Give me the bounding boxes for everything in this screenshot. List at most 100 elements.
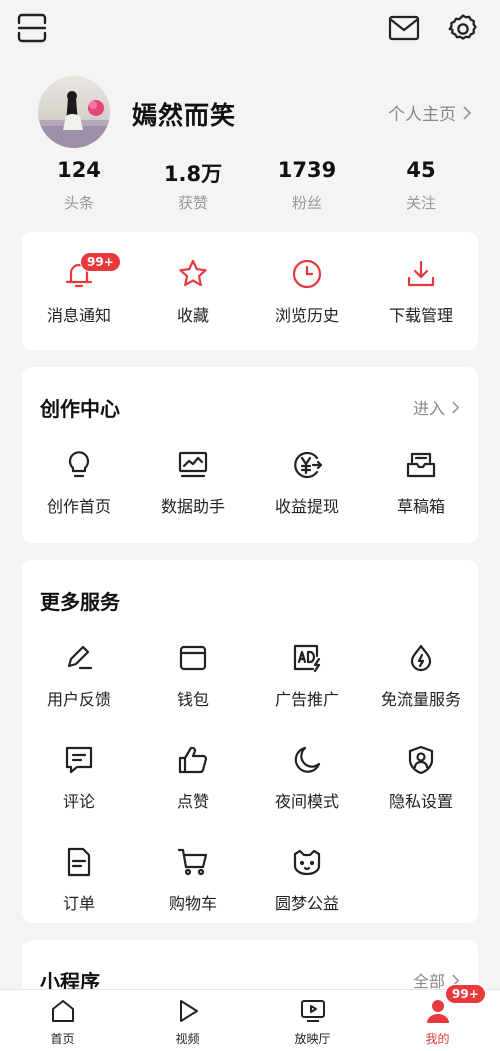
avatar[interactable] [38, 76, 110, 148]
wallet-item[interactable]: 钱包 [136, 642, 250, 744]
item-label: 购物车 [168, 894, 217, 913]
profile-header[interactable]: 嫣然而笑 个人主页 [0, 76, 500, 148]
ad-icon [291, 642, 323, 674]
stat-following[interactable]: 45 关注 [364, 158, 478, 213]
more-services-card: 更多服务 用户反馈 钱包 广告推广 免流量服务 评论 点赞 夜间模式 隐私设置 … [22, 560, 478, 923]
drafts-item[interactable]: 草稿箱 [364, 449, 478, 551]
history-item[interactable]: 浏览历史 [250, 258, 364, 360]
wallet-icon [177, 642, 209, 674]
tab-theater[interactable]: 放映厅 [250, 990, 375, 1051]
moon-icon [291, 744, 323, 776]
privacy-item[interactable]: 隐私设置 [364, 744, 478, 846]
play-icon [175, 998, 201, 1024]
quick-actions-card: 99+ 消息通知 收藏 浏览历史 下载管理 [22, 232, 478, 350]
chevron-right-icon [463, 105, 472, 120]
tab-mine[interactable]: 99+ 我的 [375, 984, 500, 1051]
free-data-item[interactable]: 免流量服务 [364, 642, 478, 744]
shield-user-icon [405, 744, 437, 776]
stat-value: 45 [406, 158, 436, 182]
drop-icon [405, 642, 437, 674]
scan-icon[interactable] [16, 13, 48, 43]
item-label: 收藏 [176, 306, 209, 325]
cart-item[interactable]: 购物车 [136, 846, 250, 948]
creation-center-card: 创作中心 进入 创作首页 数据助手 收益提现 草稿箱 [22, 367, 478, 543]
ad-promotion-item[interactable]: 广告推广 [250, 642, 364, 744]
user-icon [425, 998, 451, 1024]
chart-monitor-icon [177, 449, 209, 481]
charity-item[interactable]: 圆梦公益 [250, 846, 364, 948]
home-icon [50, 998, 76, 1024]
cat-icon [291, 846, 323, 878]
orders-item[interactable]: 订单 [22, 846, 136, 948]
bulb-icon [63, 449, 95, 481]
yuan-icon [291, 449, 323, 481]
section-title: 更多服务 [40, 590, 120, 614]
favorites-item[interactable]: 收藏 [136, 258, 250, 360]
notifications-item[interactable]: 99+ 消息通知 [22, 252, 136, 360]
tab-badge: 99+ [445, 984, 486, 1004]
gear-icon[interactable] [446, 12, 480, 46]
creation-home-item[interactable]: 创作首页 [22, 449, 136, 551]
feedback-item[interactable]: 用户反馈 [22, 642, 136, 744]
chevron-right-icon [452, 401, 460, 413]
comments-item[interactable]: 评论 [22, 744, 136, 846]
stat-fans[interactable]: 1739 粉丝 [250, 158, 364, 213]
top-bar [0, 0, 500, 58]
thumb-up-icon [177, 744, 209, 776]
stat-label: 头条 [63, 194, 94, 212]
data-assistant-item[interactable]: 数据助手 [136, 449, 250, 551]
download-icon [405, 258, 437, 290]
stat-likes[interactable]: 1.8万 获赞 [136, 158, 250, 213]
tv-icon [300, 998, 326, 1024]
item-label: 夜间模式 [274, 792, 339, 811]
item-label: 消息通知 [46, 306, 111, 325]
tab-label: 视频 [175, 1032, 200, 1046]
stat-value: 1.8万 [163, 162, 223, 186]
stat-value: 1739 [277, 158, 337, 182]
night-mode-item[interactable]: 夜间模式 [250, 744, 364, 846]
earnings-item[interactable]: 收益提现 [250, 449, 364, 551]
homepage-link[interactable]: 个人主页 [388, 100, 472, 125]
likes-item[interactable]: 点赞 [136, 744, 250, 846]
item-label: 用户反馈 [46, 690, 111, 709]
tab-label: 我的 [425, 1032, 450, 1046]
item-label: 订单 [62, 894, 95, 913]
item-label: 隐私设置 [388, 792, 453, 811]
draft-box-icon [405, 449, 437, 481]
clock-icon [291, 258, 323, 290]
stat-toutiao[interactable]: 124 头条 [22, 158, 136, 213]
section-title: 创作中心 [40, 397, 120, 421]
item-label: 圆梦公益 [274, 894, 339, 913]
stat-label: 获赞 [177, 194, 208, 212]
item-label: 浏览历史 [274, 306, 339, 325]
item-label: 钱包 [176, 690, 209, 709]
item-label: 免流量服务 [380, 690, 461, 709]
item-label: 收益提现 [274, 497, 339, 516]
enter-link[interactable]: 进入 [413, 395, 460, 419]
item-label: 广告推广 [274, 690, 339, 709]
item-label: 点赞 [176, 792, 209, 811]
item-label: 评论 [62, 792, 95, 811]
stat-value: 124 [57, 158, 101, 182]
tab-video[interactable]: 视频 [125, 990, 250, 1051]
tab-label: 首页 [50, 1032, 75, 1046]
item-label: 数据助手 [160, 497, 225, 516]
enter-label: 进入 [412, 399, 445, 418]
username[interactable]: 嫣然而笑 [132, 96, 236, 132]
stat-label: 粉丝 [291, 194, 322, 212]
notification-badge: 99+ [80, 252, 121, 272]
mail-icon[interactable] [388, 14, 420, 42]
homepage-label: 个人主页 [388, 105, 456, 125]
downloads-item[interactable]: 下载管理 [364, 258, 478, 360]
comment-icon [63, 744, 95, 776]
pen-icon [63, 642, 95, 674]
item-label: 草稿箱 [396, 497, 445, 516]
tab-home[interactable]: 首页 [0, 990, 125, 1051]
star-icon [177, 258, 209, 290]
item-label: 下载管理 [388, 306, 453, 325]
bottom-tab-bar: 首页 视频 放映厅 99+ 我的 [0, 984, 500, 1051]
stats-row: 124 头条 1.8万 获赞 1739 粉丝 45 关注 [22, 158, 478, 213]
item-label: 创作首页 [46, 497, 111, 516]
order-icon [63, 846, 95, 878]
cart-icon [177, 846, 209, 878]
